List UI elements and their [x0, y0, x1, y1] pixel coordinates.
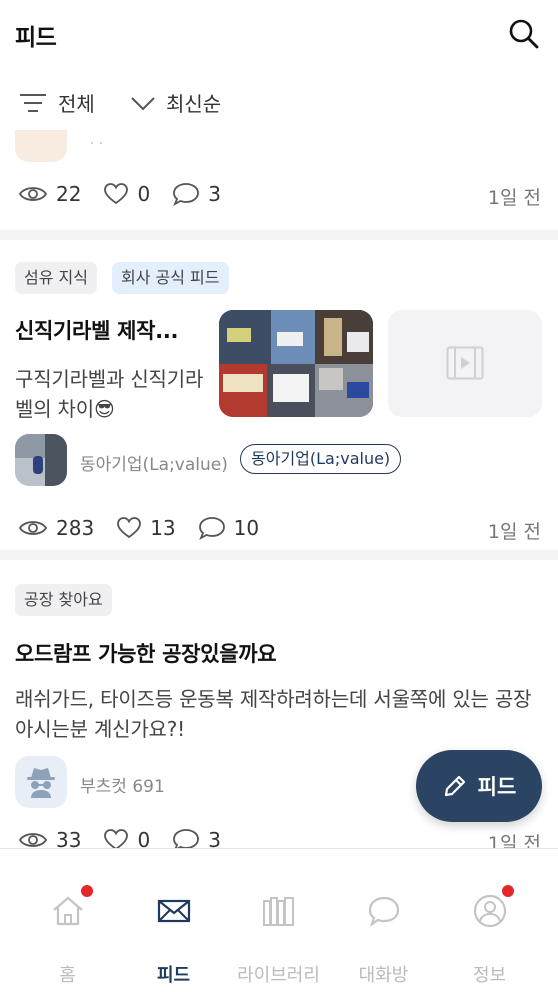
notification-badge — [81, 885, 93, 897]
nav-label: 대화방 — [358, 965, 409, 986]
post-time: 1일 전 — [487, 187, 541, 209]
heart-icon — [104, 829, 129, 848]
avatar[interactable] — [15, 434, 67, 486]
nav-profile[interactable]: 정보 — [434, 849, 545, 992]
like-button[interactable]: 0 — [103, 182, 150, 206]
filter-icon — [20, 93, 46, 112]
category-filter-button[interactable]: 전체 — [18, 88, 95, 117]
category-filter-label: 전체 — [58, 92, 95, 116]
nav-label: 라이브러리 — [237, 965, 320, 986]
post-title: 오드람프 가능한 공장있을까요 — [15, 642, 277, 666]
comment-count: 10 — [198, 516, 259, 540]
nav-label: 홈 — [59, 965, 76, 986]
anonymous-user-icon — [27, 768, 55, 798]
feed-list: · · 22 0 3 1일 전 섬유 지식 회사 공식 피드 신직기라벨 제작.… — [0, 130, 558, 848]
video-icon — [446, 346, 484, 380]
video-thumbnail[interactable] — [388, 310, 542, 417]
official-tag: 회사 공식 피드 — [112, 262, 229, 294]
author-name: 동아기업(La;value) — [80, 455, 228, 475]
post-image[interactable] — [219, 310, 373, 417]
post-title: 신직기라벨 제작... — [15, 319, 179, 343]
nav-chat[interactable]: 대화방 — [328, 849, 439, 992]
library-icon — [262, 897, 294, 926]
top-header: 피드 — [0, 0, 558, 70]
page-title: 피드 — [15, 25, 57, 51]
cut-off-text: · · — [90, 136, 104, 152]
category-tag: 공장 찾아요 — [15, 584, 112, 616]
filter-bar: 전체 최신순 — [0, 80, 558, 130]
post-stats: 33 0 3 — [18, 828, 243, 848]
feed-card[interactable]: · · 22 0 3 1일 전 — [0, 130, 558, 230]
avatar[interactable] — [15, 756, 67, 808]
heart-icon — [104, 183, 129, 205]
card-divider — [0, 230, 558, 240]
sort-dropdown[interactable]: 최신순 — [130, 88, 221, 117]
post-body: 래쉬가드, 타이즈등 운동복 제작하려하는데 서울쪽에 있는 공장 아시는분 계… — [15, 687, 532, 741]
profile-icon — [473, 894, 506, 928]
author-name: 부츠컷 691 — [80, 777, 165, 797]
like-button[interactable]: 13 — [116, 516, 176, 540]
company-badge[interactable]: 동아기업(La;value) — [240, 444, 402, 474]
app-screen: 피드 전체 최신순 · · 22 0 3 1일 전 섬유 지식 회사 공식 피드… — [0, 0, 558, 992]
sort-label: 최신순 — [166, 92, 222, 116]
post-body: 구직기라벨과 신직기라벨의 차이😎 — [15, 367, 204, 421]
like-button[interactable]: 0 — [103, 828, 150, 848]
fab-label: 피드 — [477, 775, 517, 799]
view-count: 283 — [18, 516, 94, 540]
pencil-icon — [444, 775, 465, 797]
search-button[interactable] — [506, 16, 542, 52]
write-feed-button[interactable]: 피드 — [416, 750, 542, 822]
comment-count: 3 — [172, 182, 221, 206]
post-time: 1일 전 — [487, 833, 541, 848]
eye-icon — [18, 187, 48, 201]
nav-feed[interactable]: 피드 — [118, 849, 229, 992]
eye-icon — [18, 521, 48, 535]
comment-icon — [173, 183, 200, 206]
category-tag: 섬유 지식 — [15, 262, 97, 294]
feed-card[interactable]: 섬유 지식 회사 공식 피드 신직기라벨 제작... 구직기라벨과 신직기라벨의… — [0, 240, 558, 550]
chat-icon — [368, 896, 399, 927]
nav-label: 정보 — [472, 965, 507, 986]
heart-icon — [117, 517, 142, 539]
bottom-navigation: 홈 피드 라이브러리 대화방 정보 — [0, 848, 558, 992]
chevron-down-icon — [131, 96, 155, 110]
comment-count: 3 — [172, 828, 221, 848]
card-divider — [0, 550, 558, 560]
post-time: 1일 전 — [487, 521, 541, 543]
eye-icon — [18, 833, 48, 847]
comment-icon — [198, 517, 225, 540]
view-count: 22 — [18, 182, 81, 206]
post-thumbnail — [15, 130, 67, 162]
post-stats: 22 0 3 — [18, 182, 243, 206]
nav-library[interactable]: 라이브러리 — [223, 849, 334, 992]
notification-badge — [502, 885, 514, 897]
nav-label: 피드 — [156, 965, 191, 986]
search-icon — [509, 19, 539, 49]
view-count: 33 — [18, 828, 81, 848]
nav-home[interactable]: 홈 — [12, 849, 123, 992]
comment-icon — [173, 829, 200, 848]
post-stats: 283 13 10 — [18, 516, 281, 540]
home-icon — [52, 896, 83, 926]
mail-icon — [157, 899, 190, 923]
